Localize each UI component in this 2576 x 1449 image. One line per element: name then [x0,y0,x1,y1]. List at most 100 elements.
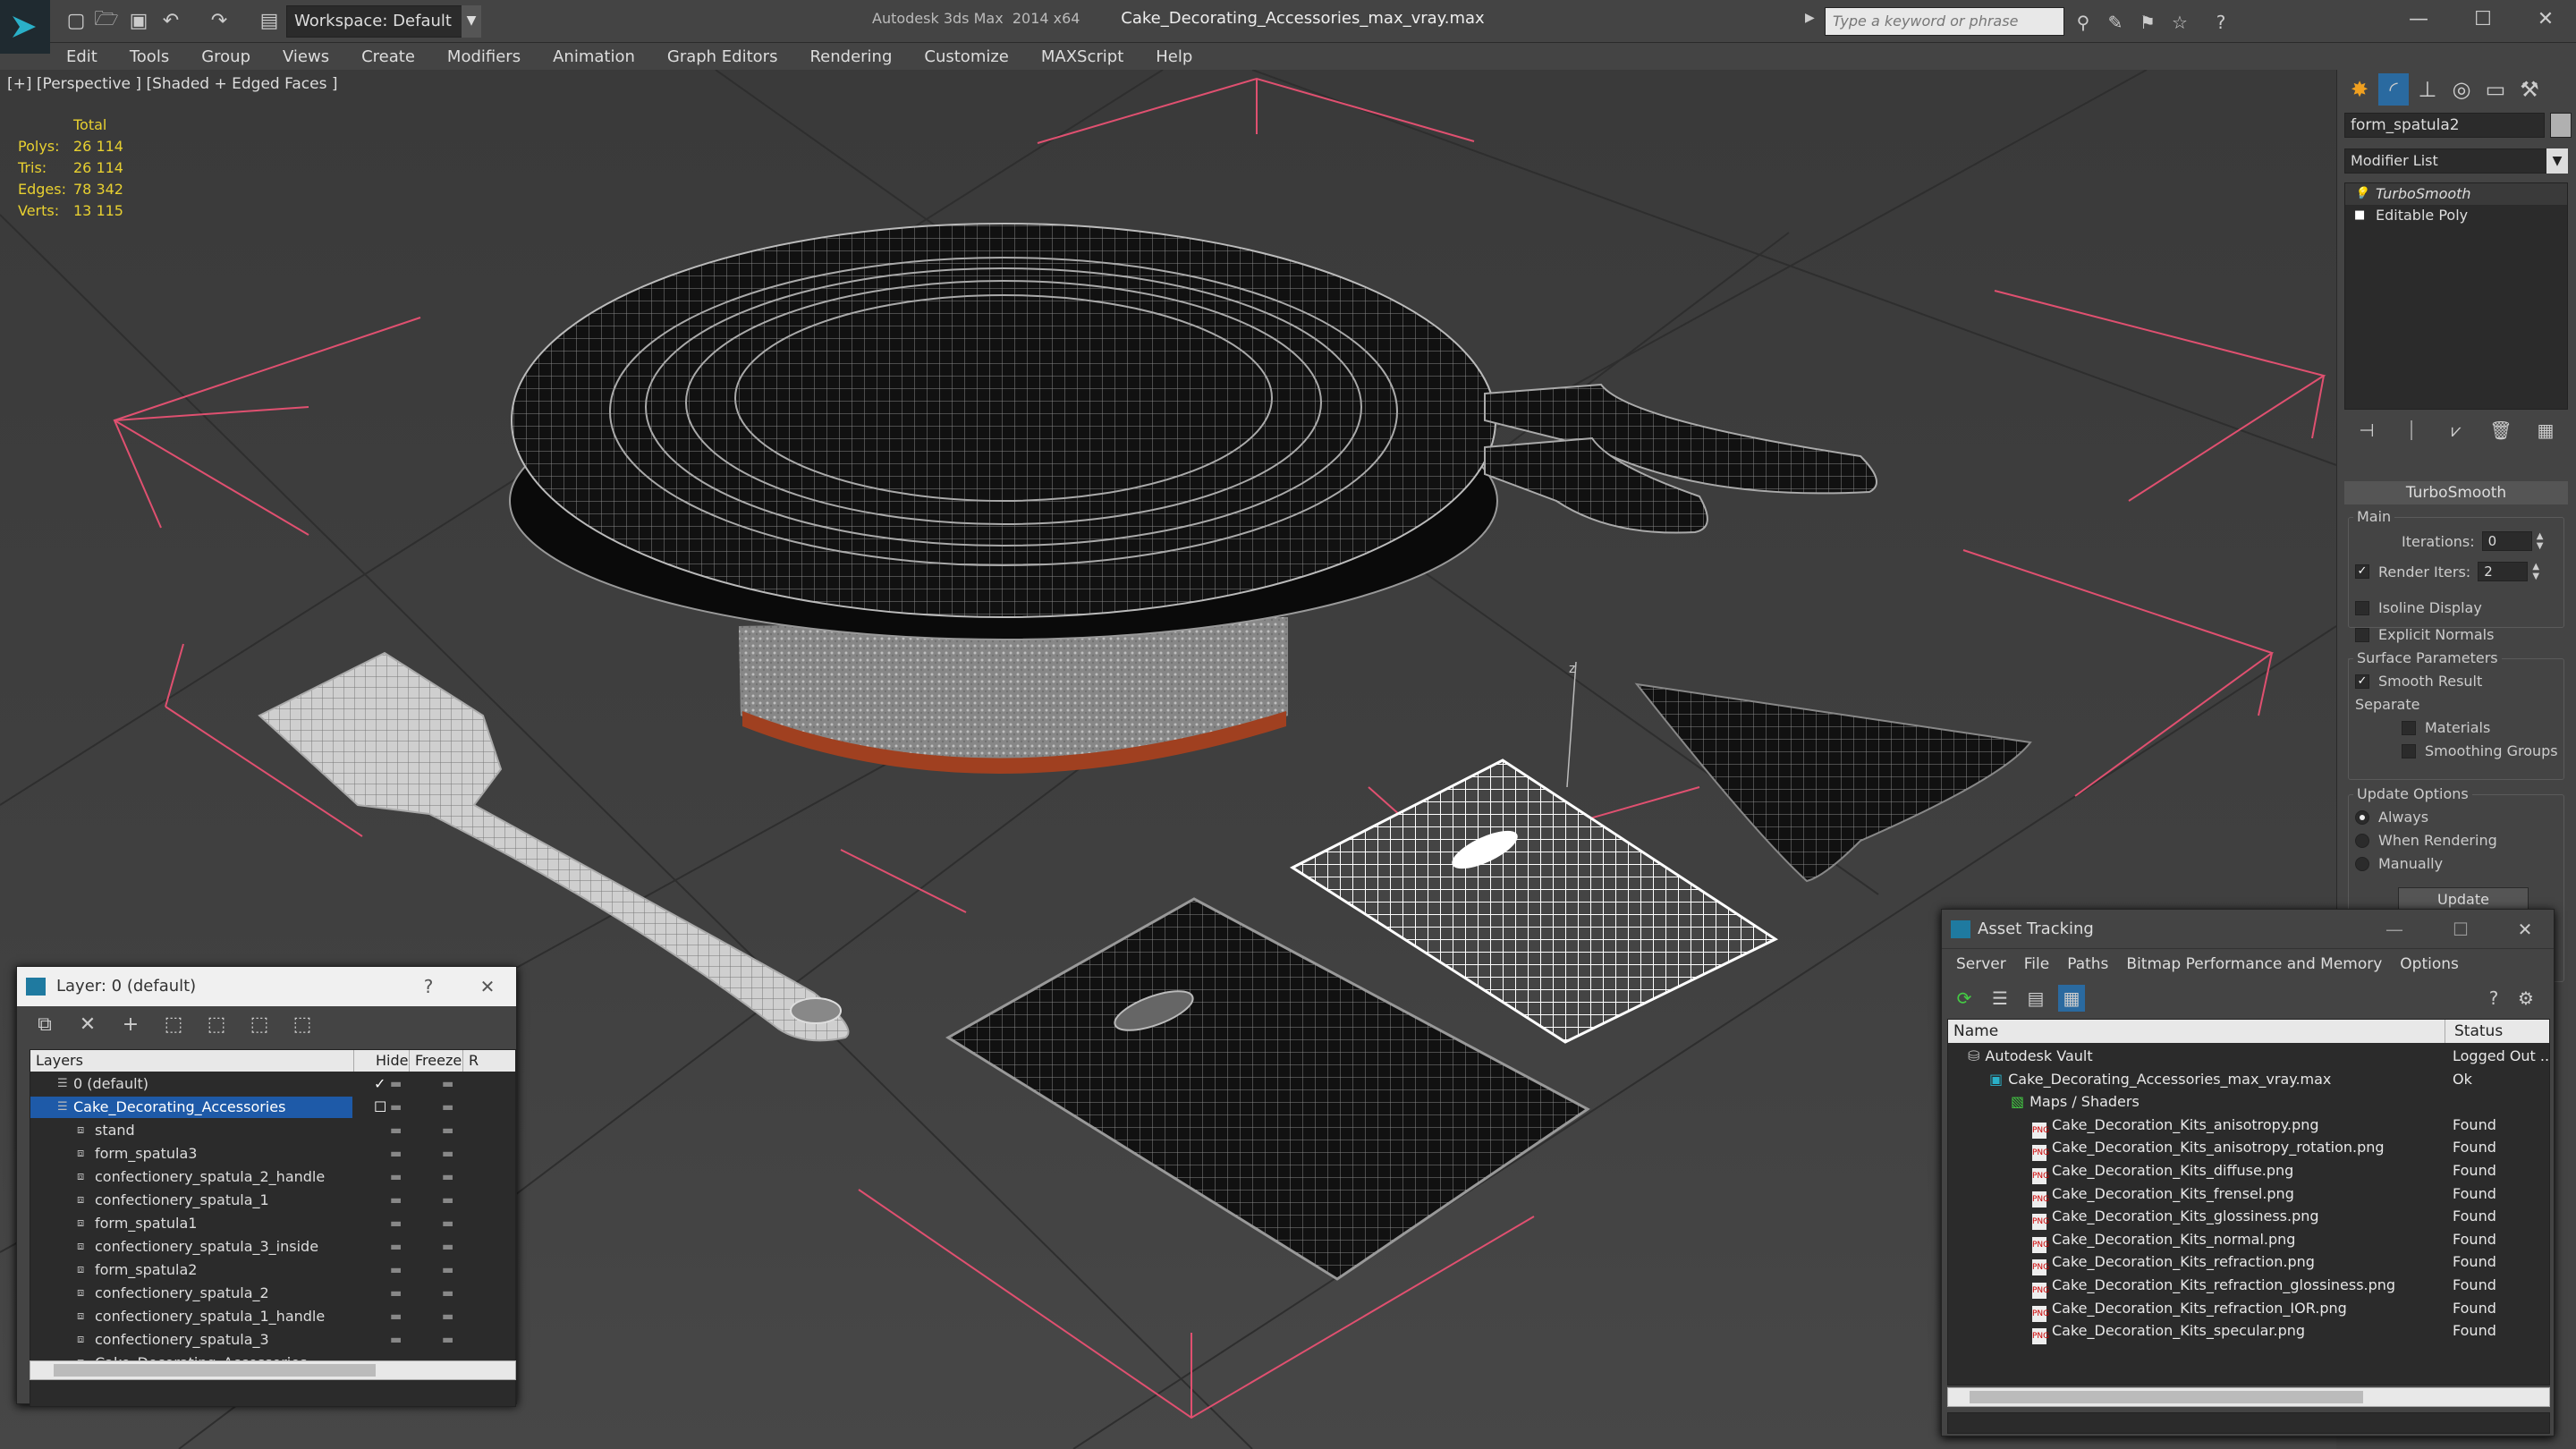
always-radio[interactable] [2355,809,2369,825]
layer-new-icon[interactable]: ⧉ [30,1010,60,1040]
open-file-icon[interactable]: 🗁 [93,7,120,34]
menu-customize[interactable]: Customize [908,47,1024,66]
help-icon[interactable]: ? [2207,9,2234,36]
explicit-normals-checkbox[interactable] [2355,627,2369,642]
layer-object-row[interactable]: ⧈ form_spatula3 ▬ ▬ [30,1143,515,1165]
layer-freeze-toggle-icon[interactable]: ▬ [442,1166,453,1188]
layer-hide-toggle-icon[interactable]: ▬ [390,1259,402,1281]
asset-table-view-icon[interactable]: ▦ [2058,985,2085,1012]
save-file-icon[interactable]: ▣ [125,7,152,34]
viewport-label[interactable]: [+] [Perspective ] [Shaded + Edged Faces… [7,75,337,93]
layer-freeze-toggle-icon[interactable]: ▬ [442,1190,453,1211]
communication-icon[interactable]: ⚑ [2134,9,2161,36]
menu-animation[interactable]: Animation [537,47,651,66]
maximize-button[interactable]: ☐ [2453,2,2513,38]
asset-scroll-thumb[interactable] [1970,1391,2363,1403]
layer-hide-toggle-icon[interactable]: ▬ [390,1166,402,1188]
layer-object-row[interactable]: ⧈ form_spatula2 ▬ ▬ [30,1259,515,1281]
layer-object-row[interactable]: ⧈ form_spatula1 ▬ ▬ [30,1213,515,1234]
layer-object-row[interactable]: ⧈ confectionery_spatula_1_handle ▬ ▬ [30,1306,515,1327]
asset-col-name[interactable]: Name [1948,1020,2445,1043]
layer-scroll-thumb[interactable] [54,1364,376,1377]
asset-menu-paths[interactable]: Paths [2058,955,2117,973]
asset-row[interactable]: PNG Cake_Decoration_Kits_refraction_gloss… [1948,1274,2549,1299]
turntable-top[interactable] [509,223,1498,640]
asset-row[interactable]: ▧ Maps / Shaders [1948,1090,2549,1114]
asset-menu-file[interactable]: File [2015,955,2058,973]
layer-hide-all-icon[interactable]: ⬚ [244,1010,275,1040]
layer-freeze-toggle-icon[interactable]: ▬ [442,1329,453,1351]
asset-row[interactable]: PNG Cake_Decoration_Kits_normal.png Found [1948,1228,2549,1253]
show-end-result-icon[interactable]: ⏐ [2398,417,2425,444]
turbosmooth-rollout-header[interactable]: TurboSmooth [2344,481,2568,504]
search-expand-icon[interactable]: ▶ [1805,11,1815,25]
manually-radio[interactable] [2355,856,2369,871]
render-iters-checkbox[interactable]: ✓ [2355,564,2369,579]
asset-list-view-icon[interactable]: ☰ [1987,985,2013,1012]
asset-menu-server[interactable]: Server [1947,955,2015,973]
layer-object-row[interactable]: ⧈ confectionery_spatula_2_handle ▬ ▬ [30,1166,515,1188]
layer-hide-toggle-icon[interactable]: ▬ [390,1213,402,1234]
smoothing-groups-checkbox[interactable] [2402,743,2416,758]
asset-row[interactable]: PNG Cake_Decoration_Kits_glossiness.png Fo… [1948,1205,2549,1231]
layer-dialog-help-button[interactable]: ? [411,967,446,1006]
asset-menu-bitmap-performance-and-memory[interactable]: Bitmap Performance and Memory [2117,955,2391,973]
layer-freeze-toggle-icon[interactable]: ▬ [442,1306,453,1327]
asset-minimize-button[interactable]: — [2377,910,2412,949]
workspace-dropdown-arrow-icon[interactable]: ▼ [462,5,481,38]
asset-row[interactable]: ⛁ Autodesk Vault Logged Out ... [1948,1045,2549,1068]
asset-dialog-title-bar[interactable]: Asset Tracking — ☐ ✕ [1942,910,2554,949]
object-color-swatch[interactable] [2550,113,2572,138]
asset-options-icon[interactable]: ⚙ [2512,985,2539,1012]
layer-freeze-toggle-icon[interactable]: ▬ [442,1213,453,1234]
when-rendering-radio[interactable] [2355,833,2369,848]
binoculars-icon[interactable]: ⚲ [2070,9,2097,36]
layer-col-freeze[interactable]: Freeze [410,1050,463,1072]
asset-horizontal-scrollbar[interactable] [1947,1387,2550,1407]
modifier-stack-item[interactable]: 💡 TurboSmooth [2345,183,2567,205]
make-unique-icon[interactable]: ⩗ [2443,417,2470,444]
asset-row[interactable]: PNG Cake_Decoration_Kits_specular.png Foun… [1948,1319,2549,1345]
menu-edit[interactable]: Edit [50,47,114,66]
subscription-icon[interactable]: ✎ [2102,9,2129,36]
piping-triangle[interactable] [1634,682,2032,883]
asset-menu-options[interactable]: Options [2391,955,2468,973]
layer-object-row[interactable]: ⧈ confectionery_spatula_3_inside ▬ ▬ [30,1236,515,1258]
menu-views[interactable]: Views [267,47,345,66]
layer-object-row[interactable]: ⧈ confectionery_spatula_3 ▬ ▬ [30,1329,515,1351]
menu-graph-editors[interactable]: Graph Editors [651,47,794,66]
layer-hide-toggle-icon[interactable]: ▬ [390,1143,402,1165]
menu-rendering[interactable]: Rendering [793,47,908,66]
layer-col-hide[interactable]: Hide [370,1050,410,1072]
iterations-spinner[interactable]: 0 [2481,531,2532,551]
layer-freeze-all-icon[interactable]: ⬚ [287,1010,318,1040]
layer-hide-toggle-icon[interactable]: ▬ [390,1097,402,1118]
asset-row[interactable]: PNG Cake_Decoration_Kits_diffuse.png Found [1948,1159,2549,1184]
menu-help[interactable]: Help [1140,47,1208,66]
layer-highlight-icon[interactable]: ⬚ [201,1010,232,1040]
menu-tools[interactable]: Tools [114,47,185,66]
asset-maximize-button[interactable]: ☐ [2443,910,2479,949]
app-logo-button[interactable] [0,0,50,54]
asset-row[interactable]: ▣ Cake_Decorating_Accessories_max_vray.ma… [1948,1068,2549,1091]
asset-row[interactable]: PNG Cake_Decoration_Kits_anisotropy_rotat… [1948,1136,2549,1162]
close-button[interactable]: ✕ [2515,2,2576,38]
menu-create[interactable]: Create [345,47,431,66]
hierarchy-tab-icon[interactable]: ⊥ [2412,73,2443,106]
isoline-checkbox[interactable] [2355,600,2369,615]
asset-refresh-icon[interactable]: ⟳ [1951,985,1978,1012]
current-layer-check-icon[interactable]: ✓ [374,1073,386,1095]
asset-tree-view-icon[interactable]: ▤ [2022,985,2049,1012]
workspace-selector[interactable]: Workspace: Default [286,5,481,38]
modifier-list-arrow-icon[interactable]: ▼ [2546,148,2568,174]
layer-row[interactable]: ☰ 0 (default) ✓ ▬ ▬ [30,1073,515,1095]
asset-row[interactable]: PNG Cake_Decoration_Kits_frensel.png Found [1948,1182,2549,1208]
modifier-on-bulb-icon[interactable]: 💡 [2354,187,2368,201]
smooth-result-checkbox[interactable]: ✓ [2355,674,2369,689]
asset-close-button[interactable]: ✕ [2507,910,2543,949]
layer-freeze-toggle-icon[interactable]: ▬ [442,1259,453,1281]
layer-col-layers[interactable]: Layers [30,1050,354,1072]
layer-delete-icon[interactable]: ✕ [72,1010,103,1040]
menu-maxscript[interactable]: MAXScript [1025,47,1140,66]
asset-col-status[interactable]: Status [2445,1020,2549,1043]
